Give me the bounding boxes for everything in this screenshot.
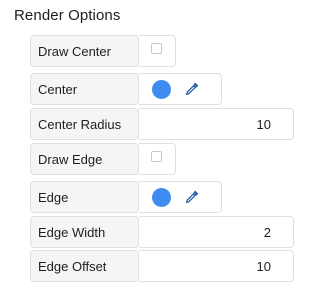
draw-center-label: Draw Center bbox=[30, 35, 139, 67]
draw-center-checkbox[interactable] bbox=[150, 42, 162, 54]
edge-offset-label: Edge Offset bbox=[30, 250, 139, 282]
eyedropper-icon[interactable] bbox=[184, 81, 200, 97]
draw-edge-checkbox[interactable] bbox=[150, 150, 162, 162]
section-title: Render Options bbox=[14, 7, 121, 24]
edge-color-label: Edge bbox=[30, 181, 139, 213]
draw-edge-label: Draw Edge bbox=[30, 143, 139, 175]
edge-offset-input[interactable]: 10 bbox=[139, 250, 294, 282]
center-color-swatch[interactable] bbox=[152, 79, 171, 99]
edge-width-input[interactable]: 2 bbox=[139, 216, 294, 248]
edge-color-cell bbox=[139, 181, 222, 213]
center-color-cell bbox=[139, 73, 222, 105]
edge-width-label: Edge Width bbox=[30, 216, 139, 248]
center-radius-input[interactable]: 10 bbox=[139, 108, 294, 140]
center-color-label: Center bbox=[30, 73, 139, 105]
edge-color-swatch[interactable] bbox=[152, 187, 171, 207]
eyedropper-icon[interactable] bbox=[184, 189, 200, 205]
draw-edge-checkbox-cell[interactable] bbox=[139, 143, 176, 175]
center-radius-label: Center Radius bbox=[30, 108, 139, 140]
draw-center-checkbox-cell[interactable] bbox=[139, 35, 176, 67]
